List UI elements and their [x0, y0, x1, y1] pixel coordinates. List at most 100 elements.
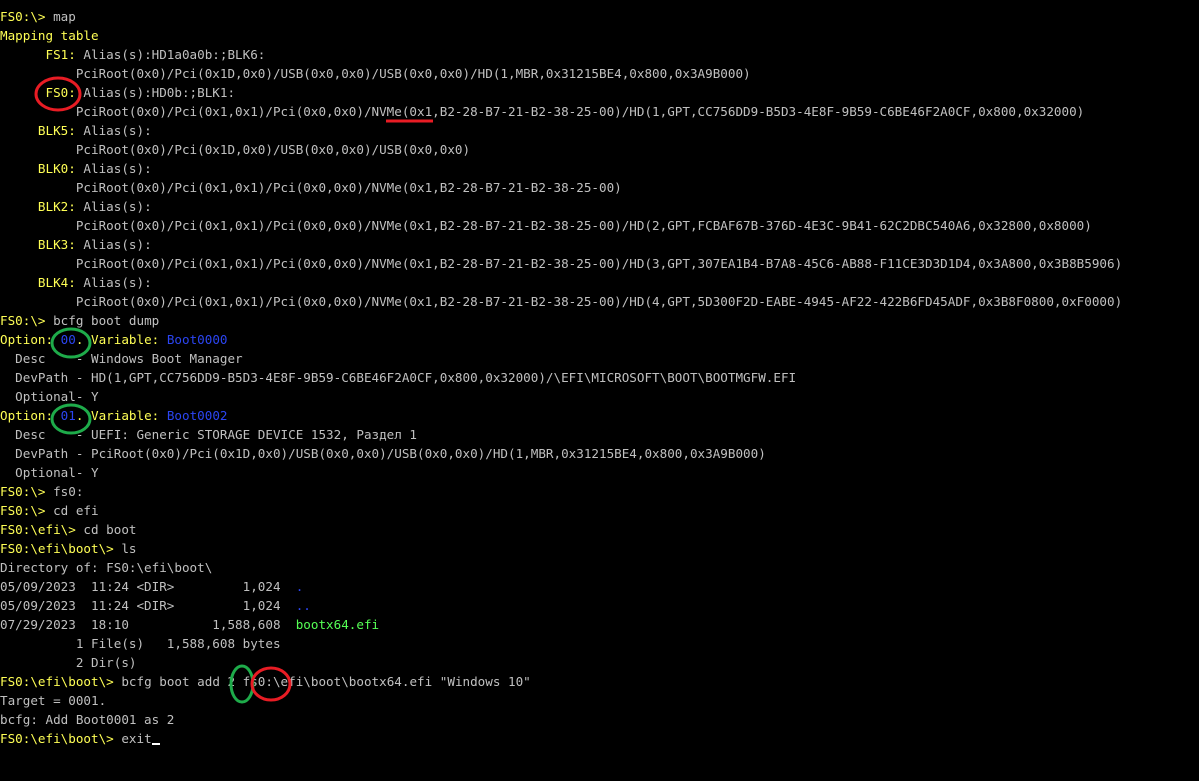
text-cursor: [151, 743, 160, 745]
terminal-text: ..: [295, 598, 311, 613]
terminal-text: FS0:\efi\boot\>: [0, 541, 122, 556]
terminal-line-option-01-desc: Desc - UEFI: Generic STORAGE DEVICE 1532…: [0, 425, 1199, 444]
terminal-text: FS0:: [0, 85, 84, 100]
terminal-text: cd boot: [83, 522, 137, 537]
terminal-text: exit: [121, 731, 152, 746]
terminal-line-prompt-fs0: FS0:\> fs0:: [0, 482, 1199, 501]
terminal-text: Option:: [0, 408, 61, 423]
terminal-line-option-00-desc: Desc - Windows Boot Manager: [0, 349, 1199, 368]
terminal-line-map-fs0-path: PciRoot(0x0)/Pci(0x1,0x1)/Pci(0x0,0x0)/N…: [0, 102, 1199, 121]
terminal-line-dir-dirs: 2 Dir(s): [0, 653, 1199, 672]
terminal-text: 01: [60, 408, 76, 423]
terminal-text: PciRoot(0x0)/Pci(0x1,0x1)/Pci(0x0,0x0)/N…: [0, 294, 1123, 309]
terminal-text: 05/09/2023 11:24 <DIR> 1,024: [0, 579, 296, 594]
terminal-line-option-01: Option: 01. Variable: Boot0002: [0, 406, 1199, 425]
terminal-line-dir-row-dot: 05/09/2023 11:24 <DIR> 1,024 .: [0, 577, 1199, 596]
terminal-line-map-blk5: BLK5: Alias(s):: [0, 121, 1199, 140]
terminal-text: Desc - Windows Boot Manager: [0, 351, 243, 366]
terminal-text: ls: [121, 541, 137, 556]
terminal-text: cd efi: [53, 503, 99, 518]
terminal-text: BLK3:: [0, 237, 84, 252]
terminal-text: Alias(s):: [83, 275, 152, 290]
terminal-line-option-00-devpath: DevPath - HD(1,GPT,CC756DD9-B5D3-4E8F-9B…: [0, 368, 1199, 387]
terminal-line-prompt-cd-boot: FS0:\efi\> cd boot: [0, 520, 1199, 539]
terminal-text: PciRoot(0x0)/Pci(0x1,0x1)/Pci(0x0,0x0)/N…: [0, 256, 1123, 271]
terminal-line-prompt-exit: FS0:\efi\boot\> exit: [0, 729, 1199, 748]
terminal-text: PciRoot(0x0)/Pci(0x1,0x1)/Pci(0x0,0x0)/N…: [0, 104, 1085, 119]
terminal-text: 1 File(s) 1,588,608 bytes: [0, 636, 281, 651]
terminal-line-target-output: Target = 0001.: [0, 691, 1199, 710]
terminal-line-dir-files: 1 File(s) 1,588,608 bytes: [0, 634, 1199, 653]
terminal-text: PciRoot(0x0)/Pci(0x1D,0x0)/USB(0x0,0x0)/…: [0, 142, 471, 157]
terminal-line-dir-row-bootx64: 07/29/2023 18:10 1,588,608 bootx64.efi: [0, 615, 1199, 634]
terminal-text: FS0:\efi\boot\>: [0, 674, 122, 689]
terminal-text: FS0:\efi\>: [0, 522, 84, 537]
terminal-line-prompt-ls: FS0:\efi\boot\> ls: [0, 539, 1199, 558]
terminal-line-map-fs1-path: PciRoot(0x0)/Pci(0x1D,0x0)/USB(0x0,0x0)/…: [0, 64, 1199, 83]
terminal-text: FS1:: [0, 47, 84, 62]
terminal-line-option-00: Option: 00. Variable: Boot0000: [0, 330, 1199, 349]
terminal-line-prompt-bcfg-add: FS0:\efi\boot\> bcfg boot add 2 fs0:\efi…: [0, 672, 1199, 691]
terminal-line-dir-row-dotdot: 05/09/2023 11:24 <DIR> 1,024 ..: [0, 596, 1199, 615]
terminal-line-map-blk0: BLK0: Alias(s):: [0, 159, 1199, 178]
terminal-text: FS0:\>: [0, 503, 54, 518]
terminal-text: FS0:\>: [0, 313, 54, 328]
terminal-text: Optional- Y: [0, 465, 99, 480]
terminal-text: FS0:\>: [0, 9, 54, 24]
terminal-text: Desc - UEFI: Generic STORAGE DEVICE 1532…: [0, 427, 418, 442]
terminal-text: Optional- Y: [0, 389, 99, 404]
terminal-text: PciRoot(0x0)/Pci(0x1D,0x0)/USB(0x0,0x0)/…: [0, 66, 751, 81]
terminal-line-map-blk2-path: PciRoot(0x0)/Pci(0x1,0x1)/Pci(0x0,0x0)/N…: [0, 216, 1199, 235]
terminal-text: Mapping table: [0, 28, 99, 43]
terminal-text: Alias(s):: [83, 199, 152, 214]
uefi-shell-terminal[interactable]: FS0:\> map Mapping table FS1: Alias(s):HD…: [0, 7, 1199, 781]
terminal-text: BLK5:: [0, 123, 84, 138]
terminal-text: bcfg boot add 2 fs0:\efi\boot\bootx64.ef…: [121, 674, 531, 689]
terminal-text: DevPath - HD(1,GPT,CC756DD9-B5D3-4E8F-9B…: [0, 370, 797, 385]
terminal-text: . Variable:: [75, 332, 167, 347]
terminal-text: Target = 0001.: [0, 693, 107, 708]
terminal-text: bcfg: Add Boot0001 as 2: [0, 712, 175, 727]
terminal-text: bootx64.efi: [295, 617, 380, 632]
terminal-text: BLK4:: [0, 275, 84, 290]
terminal-text: bcfg boot dump: [53, 313, 160, 328]
terminal-text: FS0:\efi\boot\>: [0, 731, 122, 746]
terminal-text: Directory of: FS0:\efi\boot\: [0, 560, 213, 575]
terminal-line-mapping-table-heading: Mapping table: [0, 26, 1199, 45]
terminal-line-bcfg-add-output: bcfg: Add Boot0001 as 2: [0, 710, 1199, 729]
terminal-text: Alias(s):HD1a0a0b:;BLK6:: [83, 47, 266, 62]
terminal-line-map-fs0: FS0: Alias(s):HD0b:;BLK1:: [0, 83, 1199, 102]
terminal-text: 05/09/2023 11:24 <DIR> 1,024: [0, 598, 296, 613]
terminal-line-map-blk4-path: PciRoot(0x0)/Pci(0x1,0x1)/Pci(0x0,0x0)/N…: [0, 292, 1199, 311]
terminal-line-map-blk5-path: PciRoot(0x0)/Pci(0x1D,0x0)/USB(0x0,0x0)/…: [0, 140, 1199, 159]
terminal-text: Alias(s):: [83, 161, 152, 176]
terminal-line-map-blk3-path: PciRoot(0x0)/Pci(0x1,0x1)/Pci(0x0,0x0)/N…: [0, 254, 1199, 273]
terminal-line-map-fs1: FS1: Alias(s):HD1a0a0b:;BLK6:: [0, 45, 1199, 64]
terminal-line-map-blk4: BLK4: Alias(s):: [0, 273, 1199, 292]
terminal-line-map-blk3: BLK3: Alias(s):: [0, 235, 1199, 254]
terminal-line-option-01-optional: Optional- Y: [0, 463, 1199, 482]
terminal-text: Boot0000: [166, 332, 228, 347]
terminal-text: Alias(s):HD0b:;BLK1:: [83, 85, 236, 100]
terminal-line-map-blk0-path: PciRoot(0x0)/Pci(0x1,0x1)/Pci(0x0,0x0)/N…: [0, 178, 1199, 197]
terminal-text: 2 Dir(s): [0, 655, 137, 670]
terminal-text: fs0:: [53, 484, 84, 499]
terminal-line-prompt-map: FS0:\> map: [0, 7, 1199, 26]
terminal-line-option-01-devpath: DevPath - PciRoot(0x0)/Pci(0x1D,0x0)/USB…: [0, 444, 1199, 463]
terminal-text: BLK2:: [0, 199, 84, 214]
terminal-text: FS0:\>: [0, 484, 54, 499]
terminal-line-dir-header: Directory of: FS0:\efi\boot\: [0, 558, 1199, 577]
terminal-line-map-blk2: BLK2: Alias(s):: [0, 197, 1199, 216]
terminal-line-option-00-optional: Optional- Y: [0, 387, 1199, 406]
terminal-line-prompt-cd-efi: FS0:\> cd efi: [0, 501, 1199, 520]
terminal-text: BLK0:: [0, 161, 84, 176]
terminal-text: 07/29/2023 18:10 1,588,608: [0, 617, 296, 632]
terminal-text: Alias(s):: [83, 123, 152, 138]
terminal-text: Option:: [0, 332, 61, 347]
terminal-text: PciRoot(0x0)/Pci(0x1,0x1)/Pci(0x0,0x0)/N…: [0, 218, 1092, 233]
terminal-text: .: [295, 579, 304, 594]
terminal-text: PciRoot(0x0)/Pci(0x1,0x1)/Pci(0x0,0x0)/N…: [0, 180, 622, 195]
terminal-line-prompt-bcfg-dump: FS0:\> bcfg boot dump: [0, 311, 1199, 330]
terminal-text: DevPath - PciRoot(0x0)/Pci(0x1D,0x0)/USB…: [0, 446, 766, 461]
terminal-text: 00: [60, 332, 76, 347]
